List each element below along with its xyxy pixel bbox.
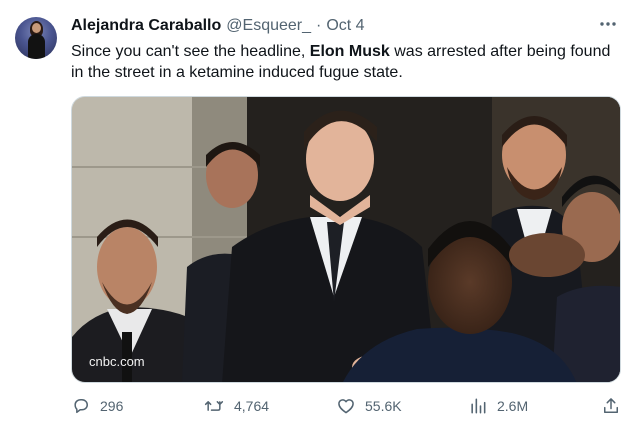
tweet-media-photo[interactable]: cnbc.com — [71, 96, 621, 383]
separator-dot: · — [316, 17, 322, 34]
author-handle[interactable]: @Esqueer_ — [226, 17, 311, 35]
retweet-count: 4,764 — [234, 398, 270, 414]
tweet-text-before: Since you can't see the headline, — [71, 43, 310, 60]
tweet-date[interactable]: Oct 4 — [326, 17, 364, 35]
analytics-icon — [468, 396, 488, 416]
share-icon — [601, 396, 621, 416]
media-watermark: cnbc.com — [89, 354, 145, 369]
heart-icon — [336, 396, 356, 416]
tweet-text-bold: Elon Musk — [309, 43, 390, 60]
reply-button[interactable]: 296 — [71, 396, 123, 416]
reply-icon — [71, 396, 91, 416]
tweet-text: Since you can't see the headline, Elon M… — [71, 41, 621, 83]
author-name[interactable]: Alejandra Caraballo — [71, 17, 221, 35]
like-button[interactable]: 55.6K — [336, 396, 402, 416]
views-count: 2.6M — [497, 398, 529, 414]
share-button[interactable] — [601, 396, 621, 416]
more-horizontal-icon[interactable] — [598, 14, 618, 39]
retweet-button[interactable]: 4,764 — [203, 396, 269, 416]
reply-count: 296 — [100, 398, 124, 414]
views-button[interactable]: 2.6M — [468, 396, 528, 416]
avatar-figure-face — [32, 23, 41, 33]
retweet-icon — [203, 396, 225, 416]
photo-illustration — [72, 97, 620, 382]
tweet-header: Alejandra Caraballo @Esqueer_ · Oct 4 — [71, 17, 365, 35]
tweet[interactable]: Alejandra Caraballo @Esqueer_ · Oct 4 Si… — [0, 0, 640, 425]
avatar-figure-body — [28, 34, 45, 59]
like-count: 55.6K — [365, 398, 402, 414]
tweet-actions-bar: 296 4,764 55.6K 2.6M — [71, 396, 624, 420]
avatar[interactable] — [15, 17, 57, 59]
